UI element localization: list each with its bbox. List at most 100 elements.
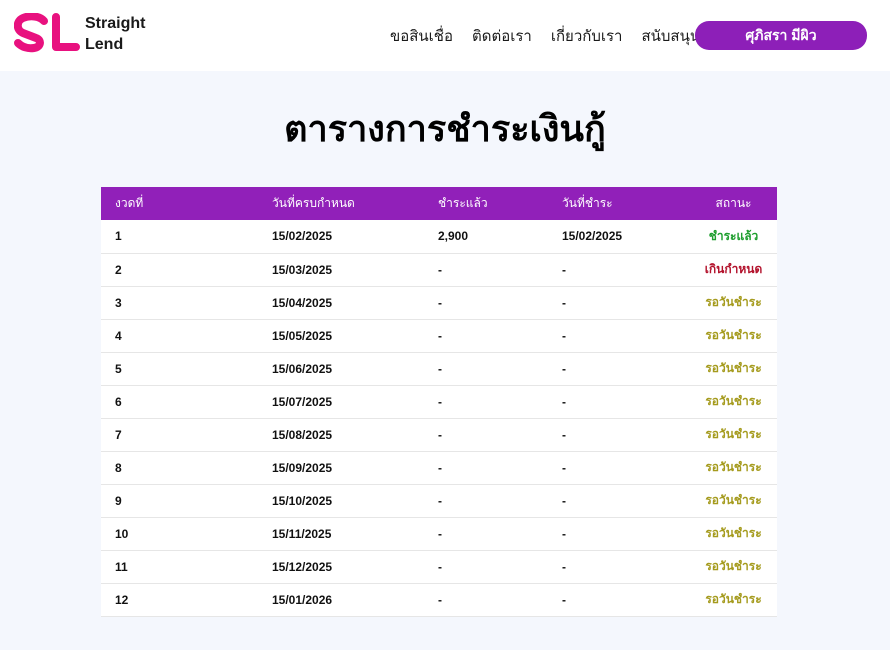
cell-installment: 3: [115, 295, 122, 310]
cell-paid-date: -: [562, 526, 566, 541]
cell-due-date: 15/03/2025: [272, 262, 333, 277]
table-row: 12 15/01/2026 - - รอวันชำระ: [101, 583, 777, 616]
cell-paid-date: -: [562, 592, 566, 607]
cell-installment: 7: [115, 427, 122, 442]
cell-status: รอวันชำระ: [690, 385, 777, 418]
cell-status: รอวันชำระ: [690, 583, 777, 616]
cell-paid-date: -: [562, 559, 566, 574]
top-navbar: Straight Lend ขอสินเชื่อ ติดต่อเรา เกี่ย…: [0, 0, 890, 71]
header-installment: งวดที่: [115, 196, 144, 210]
cell-installment: 10: [115, 526, 129, 541]
cell-paid-date: -: [562, 295, 566, 310]
table-row: 6 15/07/2025 - - รอวันชำระ: [101, 385, 777, 418]
cell-paid-amount: -: [438, 394, 442, 409]
cell-paid-amount: -: [438, 328, 442, 343]
cell-status: รอวันชำระ: [690, 451, 777, 484]
cell-paid-amount: -: [438, 592, 442, 607]
cell-paid-date: -: [562, 394, 566, 409]
status-badge: รอวันชำระ: [705, 526, 762, 540]
cell-paid-amount: -: [438, 295, 442, 310]
nav-links: ขอสินเชื่อ ติดต่อเรา เกี่ยวกับเรา สนับสน…: [390, 24, 719, 48]
status-badge: รอวันชำระ: [705, 427, 762, 441]
cell-due-date: 15/01/2026: [272, 592, 333, 607]
status-badge: รอวันชำระ: [705, 592, 762, 606]
cell-installment: 11: [115, 559, 128, 574]
table-row: 1 15/02/2025 2,900 15/02/2025 ชำระแล้ว: [101, 220, 777, 253]
brand-name: Straight Lend: [85, 13, 145, 55]
cell-due-date: 15/12/2025: [272, 559, 333, 574]
cell-paid-amount: -: [438, 361, 442, 376]
status-badge: เกินกำหนด: [704, 262, 763, 276]
nav-link-support[interactable]: สนับสนุน: [641, 24, 700, 48]
cell-status: รอวันชำระ: [690, 484, 777, 517]
cell-installment: 1: [115, 229, 122, 244]
cell-installment: 6: [115, 394, 122, 409]
cell-paid-amount: 2,900: [438, 229, 469, 244]
cell-status: รอวันชำระ: [690, 286, 777, 319]
cell-paid-date: -: [562, 427, 566, 442]
nav-link-apply-loan[interactable]: ขอสินเชื่อ: [390, 24, 453, 48]
cell-status: รอวันชำระ: [690, 550, 777, 583]
cell-paid-amount: -: [438, 526, 442, 541]
status-badge: รอวันชำระ: [705, 394, 762, 408]
table-row: 3 15/04/2025 - - รอวันชำระ: [101, 286, 777, 319]
cell-paid-date: -: [562, 460, 566, 475]
brand-logo[interactable]: Straight Lend: [14, 13, 145, 55]
cell-paid-amount: -: [438, 559, 442, 574]
cell-installment: 4: [115, 328, 122, 343]
header-due-date: วันที่ครบกำหนด: [272, 196, 355, 210]
table-row: 10 15/11/2025 - - รอวันชำระ: [101, 517, 777, 550]
cell-installment: 9: [115, 493, 122, 508]
table-row: 2 15/03/2025 - - เกินกำหนด: [101, 253, 777, 286]
cell-status: รอวันชำระ: [690, 352, 777, 385]
table-row: 11 15/12/2025 - - รอวันชำระ: [101, 550, 777, 583]
cell-paid-amount: -: [438, 262, 442, 277]
nav-link-about[interactable]: เกี่ยวกับเรา: [551, 24, 623, 48]
cell-status: รอวันชำระ: [690, 319, 777, 352]
cell-due-date: 15/04/2025: [272, 295, 333, 310]
header-status: สถานะ: [715, 196, 752, 210]
cell-status: ชำระแล้ว: [690, 220, 777, 253]
status-badge: รอวันชำระ: [705, 460, 762, 474]
cell-paid-date: -: [562, 361, 566, 376]
status-badge: รอวันชำระ: [705, 493, 762, 507]
status-badge: รอวันชำระ: [705, 295, 762, 309]
user-account-button[interactable]: ศุภิสรา มีผิว: [695, 21, 867, 50]
header-paid-amount: ชำระแล้ว: [438, 196, 488, 210]
table-header-row: งวดที่ วันที่ครบกำหนด ชำระแล้ว วันที่ชำร…: [101, 187, 777, 220]
cell-paid-date: 15/02/2025: [562, 229, 623, 244]
cell-due-date: 15/09/2025: [272, 460, 333, 475]
table-row: 9 15/10/2025 - - รอวันชำระ: [101, 484, 777, 517]
table-row: 8 15/09/2025 - - รอวันชำระ: [101, 451, 777, 484]
status-badge: รอวันชำระ: [705, 559, 762, 573]
cell-installment: 5: [115, 361, 122, 376]
nav-link-contact[interactable]: ติดต่อเรา: [472, 24, 532, 48]
status-badge: รอวันชำระ: [705, 328, 762, 342]
repayment-schedule-table: งวดที่ วันที่ครบกำหนด ชำระแล้ว วันที่ชำร…: [101, 187, 777, 617]
cell-due-date: 15/06/2025: [272, 361, 333, 376]
cell-installment: 2: [115, 262, 122, 277]
cell-due-date: 15/08/2025: [272, 427, 333, 442]
table-row: 4 15/05/2025 - - รอวันชำระ: [101, 319, 777, 352]
cell-status: รอวันชำระ: [690, 418, 777, 451]
cell-paid-amount: -: [438, 493, 442, 508]
status-badge: ชำระแล้ว: [708, 228, 759, 243]
table-row: 7 15/08/2025 - - รอวันชำระ: [101, 418, 777, 451]
cell-due-date: 15/11/2025: [272, 526, 332, 541]
cell-due-date: 15/02/2025: [272, 229, 333, 244]
cell-paid-date: -: [562, 328, 566, 343]
cell-installment: 12: [115, 592, 129, 607]
sl-logo-icon: [14, 13, 80, 53]
header-paid-date: วันที่ชำระ: [562, 196, 613, 210]
cell-status: เกินกำหนด: [690, 253, 777, 286]
cell-due-date: 15/05/2025: [272, 328, 333, 343]
cell-paid-date: -: [562, 262, 566, 277]
page-title: ตารางการชำระเงินกู้: [284, 108, 606, 149]
status-badge: รอวันชำระ: [705, 361, 762, 375]
brand-name-line1: Straight: [85, 15, 146, 32]
cell-paid-amount: -: [438, 427, 442, 442]
cell-paid-amount: -: [438, 460, 442, 475]
cell-paid-date: -: [562, 493, 566, 508]
cell-due-date: 15/07/2025: [272, 394, 333, 409]
brand-name-line2: Lend: [85, 36, 124, 53]
